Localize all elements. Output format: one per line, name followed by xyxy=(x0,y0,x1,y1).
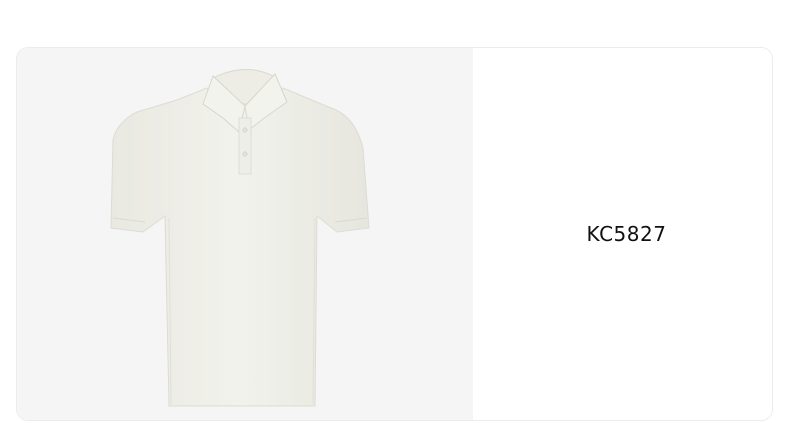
product-card[interactable]: KC5827 xyxy=(16,47,773,421)
product-sku: KC5827 xyxy=(586,222,667,246)
product-image-pane[interactable] xyxy=(17,48,473,420)
polo-shirt-image xyxy=(110,68,370,407)
product-info-pane: KC5827 xyxy=(473,48,772,420)
